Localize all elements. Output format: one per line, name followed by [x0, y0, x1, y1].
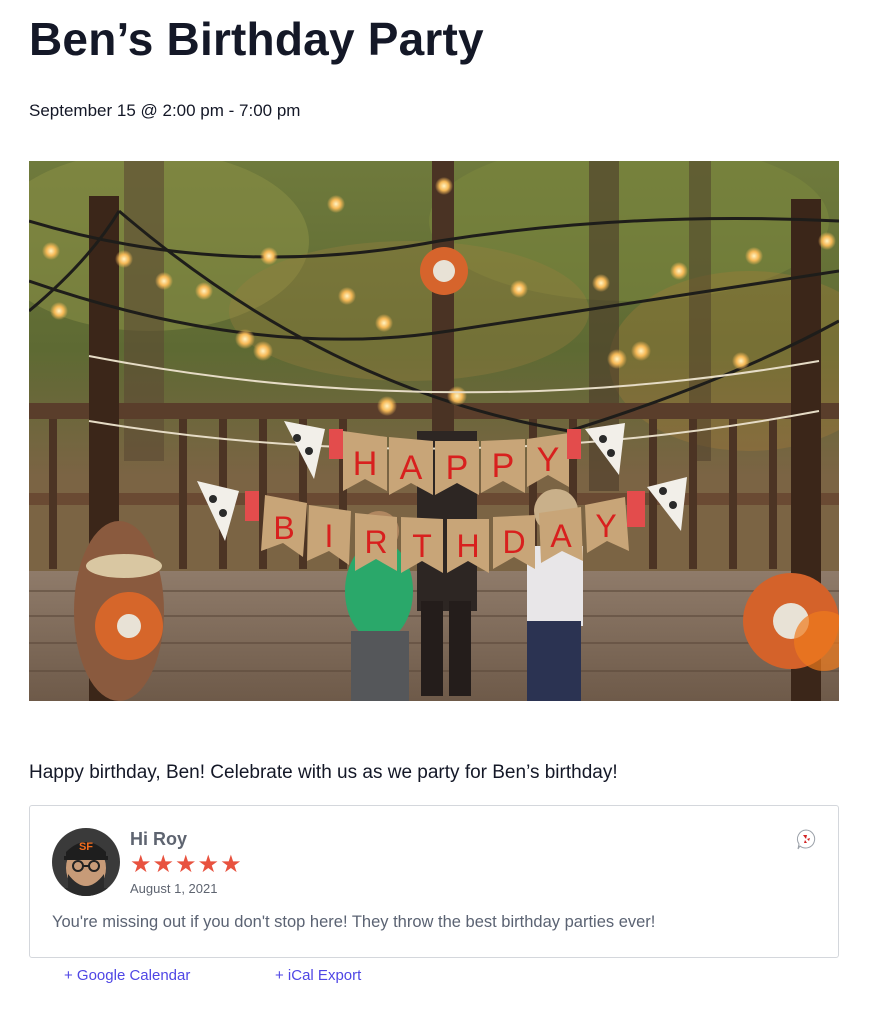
reviewer-name: Hi Roy	[130, 829, 188, 849]
reviewer-avatar: SF	[52, 828, 120, 896]
star-icon: ★	[220, 851, 242, 878]
rating-stars: ★ ★ ★ ★ ★	[130, 851, 242, 879]
banner-letter: P	[446, 449, 469, 487]
banner-letter: H	[456, 528, 479, 564]
star-icon: ★	[175, 851, 197, 878]
review-text: You're missing out if you don't stop her…	[52, 913, 656, 931]
star-icon: ★	[197, 851, 220, 878]
google-calendar-link[interactable]: + Google Calendar	[64, 966, 190, 986]
banner-letter: B	[273, 510, 294, 546]
svg-text:SF: SF	[79, 841, 93, 853]
event-datetime: September 15 @ 2:00 pm - 7:00 pm	[29, 101, 301, 120]
banner-letter: T	[412, 528, 432, 564]
banner-letter: H	[353, 445, 378, 483]
banner-letter: Y	[537, 441, 560, 479]
event-featured-image: H A P P Y B I R T H D A Y	[29, 161, 839, 701]
star-icon: ★	[152, 851, 175, 878]
banner-letter: A	[400, 449, 423, 487]
event-title: Ben’s Birthday Party	[29, 13, 484, 65]
star-icon: ★	[130, 851, 152, 878]
event-description: Happy birthday, Ben! Celebrate with us a…	[29, 762, 618, 783]
review-card: SF Hi Roy ★ ★ ★ ★ ★ August 1, 2021 You'r…	[29, 805, 839, 958]
review-date: August 1, 2021	[130, 881, 218, 896]
yelp-icon[interactable]	[795, 828, 817, 850]
ical-export-link[interactable]: + iCal Export	[275, 966, 361, 986]
banner-letter: D	[502, 524, 525, 560]
banner-letter: R	[364, 524, 387, 560]
banner-letter: I	[325, 518, 334, 554]
banner-letter: A	[550, 518, 572, 554]
banner-letter: Y	[595, 508, 616, 544]
banner-letter: P	[492, 447, 515, 485]
